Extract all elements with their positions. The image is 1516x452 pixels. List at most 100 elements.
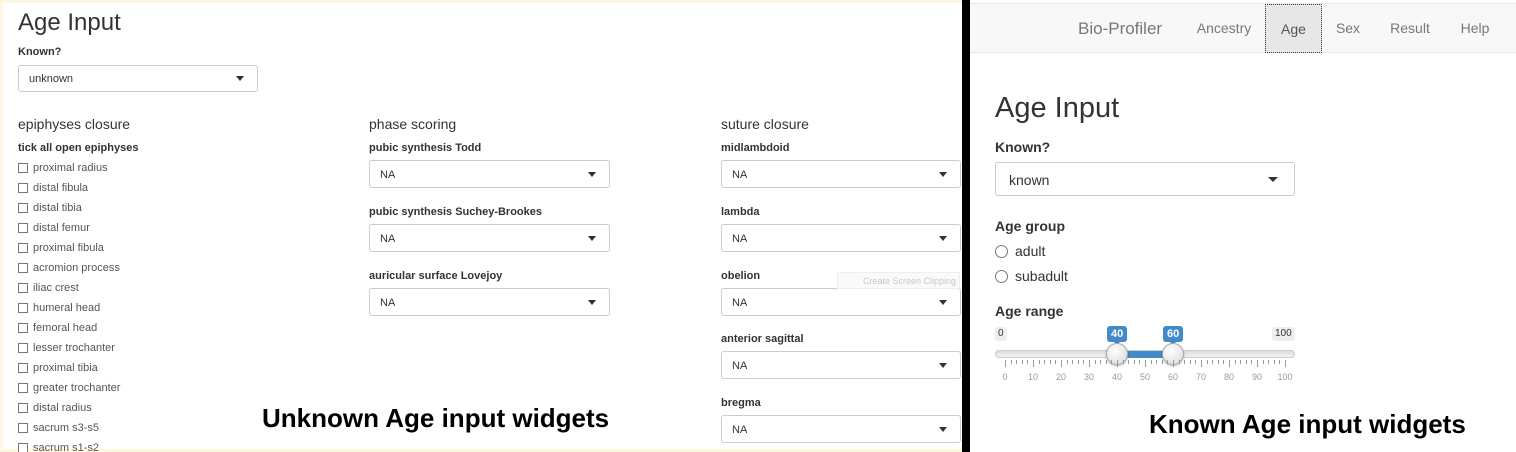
- slider-tick-label: 50: [1139, 372, 1150, 382]
- epiphysis-checkbox[interactable]: sacrum s3-s5: [18, 420, 99, 436]
- pubic-suchey-brookes-select[interactable]: NA: [369, 224, 610, 252]
- nav-item-ancestry[interactable]: Ancestry: [1184, 4, 1264, 53]
- slider-tick: [1111, 360, 1113, 364]
- slider-tick: [1133, 360, 1135, 364]
- slider-tick-label: 80: [1223, 372, 1234, 382]
- slider-tick: [1195, 360, 1197, 364]
- age-range-label: Age range: [995, 303, 1064, 319]
- checkbox-icon[interactable]: [18, 403, 28, 413]
- checkbox-icon[interactable]: [18, 363, 28, 373]
- chevron-down-icon: [588, 172, 596, 177]
- epiphysis-checkbox[interactable]: iliac crest: [18, 280, 79, 296]
- select-value: NA: [732, 169, 748, 181]
- epiphysis-checkbox[interactable]: distal radius: [18, 400, 92, 416]
- chevron-down-icon: [1268, 177, 1278, 182]
- epiphysis-checkbox[interactable]: proximal tibia: [18, 360, 98, 376]
- slider-tick: [1257, 360, 1258, 367]
- obelion-select[interactable]: NA: [721, 288, 961, 316]
- checkbox-icon[interactable]: [18, 243, 28, 253]
- slider-max-label: 100: [1272, 327, 1295, 341]
- epiphysis-label: humeral head: [33, 302, 101, 314]
- slider-tick: [1206, 360, 1208, 364]
- checkbox-icon[interactable]: [18, 343, 28, 353]
- suture-field-label: anterior sagittal: [721, 333, 804, 345]
- select-value: NA: [732, 424, 748, 436]
- radio-icon[interactable]: [995, 269, 1008, 283]
- slider-tick: [1021, 360, 1023, 364]
- suture-closure-heading: suture closure: [721, 116, 809, 132]
- panel-edge-top: [0, 0, 962, 3]
- checkbox-icon[interactable]: [18, 223, 28, 233]
- checkbox-icon[interactable]: [18, 323, 28, 333]
- checkbox-icon[interactable]: [18, 283, 28, 293]
- epiphysis-label: proximal fibula: [33, 242, 104, 254]
- epiphysis-checkbox[interactable]: distal fibula: [18, 180, 88, 196]
- known-label: Known?: [18, 46, 62, 58]
- auricular-lovejoy-select[interactable]: NA: [369, 288, 610, 316]
- brand-title[interactable]: Bio-Profiler: [1078, 19, 1162, 39]
- slider-tick: [1234, 360, 1236, 364]
- navbar: Bio-Profiler Ancestry Age Sex Result Hel…: [970, 3, 1516, 53]
- radio-icon[interactable]: [995, 244, 1008, 258]
- epiphysis-checkbox[interactable]: acromion process: [18, 260, 120, 276]
- known-age-panel: Bio-Profiler Ancestry Age Sex Result Hel…: [970, 0, 1516, 452]
- nav-item-help[interactable]: Help: [1448, 4, 1502, 53]
- epiphysis-checkbox[interactable]: humeral head: [18, 300, 100, 316]
- checkbox-icon[interactable]: [18, 303, 28, 313]
- checkbox-icon[interactable]: [18, 443, 28, 452]
- epiphysis-checkbox[interactable]: femoral head: [18, 320, 97, 336]
- known-select[interactable]: known: [995, 162, 1295, 196]
- epiphysis-label: lesser trochanter: [33, 342, 115, 354]
- checkbox-icon[interactable]: [18, 383, 28, 393]
- slider-tick: [1105, 360, 1107, 364]
- slider-tick: [1033, 360, 1034, 367]
- chevron-down-icon: [939, 172, 947, 177]
- phase-scoring-heading: phase scoring: [369, 116, 457, 132]
- checkbox-icon[interactable]: [18, 183, 28, 193]
- checkbox-icon[interactable]: [18, 203, 28, 213]
- epiphysis-checkbox[interactable]: distal femur: [18, 220, 90, 236]
- nav-item-age[interactable]: Age: [1265, 4, 1322, 53]
- pubic-todd-select[interactable]: NA: [369, 160, 610, 188]
- slider-tick: [1145, 360, 1146, 367]
- bregma-select[interactable]: NA: [721, 415, 961, 443]
- radio-adult[interactable]: adult: [995, 242, 1045, 260]
- epiphysis-checkbox[interactable]: sacrum s1-s2: [18, 440, 99, 452]
- slider-tick: [1077, 360, 1079, 364]
- chevron-down-icon: [236, 76, 244, 81]
- screen-clipping-tooltip: Create Screen Clipping: [837, 272, 960, 289]
- epiphysis-label: femoral head: [33, 322, 98, 334]
- slider-tick: [1240, 360, 1242, 364]
- checkbox-icon[interactable]: [18, 263, 28, 273]
- checkbox-icon[interactable]: [18, 423, 28, 433]
- midlambdoid-select[interactable]: NA: [721, 160, 961, 188]
- slider-tick: [1089, 360, 1090, 367]
- panel-edge-left: [0, 0, 3, 452]
- epiphysis-label: proximal radius: [33, 162, 108, 174]
- anterior-sagittal-select[interactable]: NA: [721, 351, 961, 379]
- unknown-caption: Unknown Age input widgets: [262, 403, 610, 433]
- epiphysis-checkbox[interactable]: lesser trochanter: [18, 340, 115, 356]
- nav-item-result[interactable]: Result: [1378, 4, 1442, 53]
- checkbox-icon[interactable]: [18, 163, 28, 173]
- radio-subadult[interactable]: subadult: [995, 267, 1068, 285]
- slider-tick: [1217, 360, 1219, 364]
- nav-item-sex[interactable]: Sex: [1323, 4, 1373, 53]
- slider-min-label: 0: [995, 327, 1007, 341]
- epiphysis-label: iliac crest: [33, 282, 79, 294]
- epiphysis-checkbox[interactable]: distal tibia: [18, 200, 82, 216]
- epiphysis-checkbox[interactable]: proximal radius: [18, 160, 108, 176]
- page-title: Age Input: [995, 92, 1120, 124]
- known-select[interactable]: unknown: [18, 65, 258, 92]
- epiphysis-checkbox[interactable]: greater trochanter: [18, 380, 120, 396]
- slider-tick-label: 0: [1002, 372, 1008, 382]
- lambda-select[interactable]: NA: [721, 224, 961, 252]
- phase-field-label: auricular surface Lovejoy: [369, 270, 503, 282]
- slider-tick: [1072, 360, 1074, 364]
- slider-tick: [1100, 360, 1102, 364]
- slider-tick: [1016, 360, 1018, 364]
- epiphysis-checkbox[interactable]: proximal fibula: [18, 240, 104, 256]
- select-value: NA: [732, 297, 748, 309]
- slider-tick: [1285, 360, 1286, 367]
- slider-tick: [1066, 360, 1068, 364]
